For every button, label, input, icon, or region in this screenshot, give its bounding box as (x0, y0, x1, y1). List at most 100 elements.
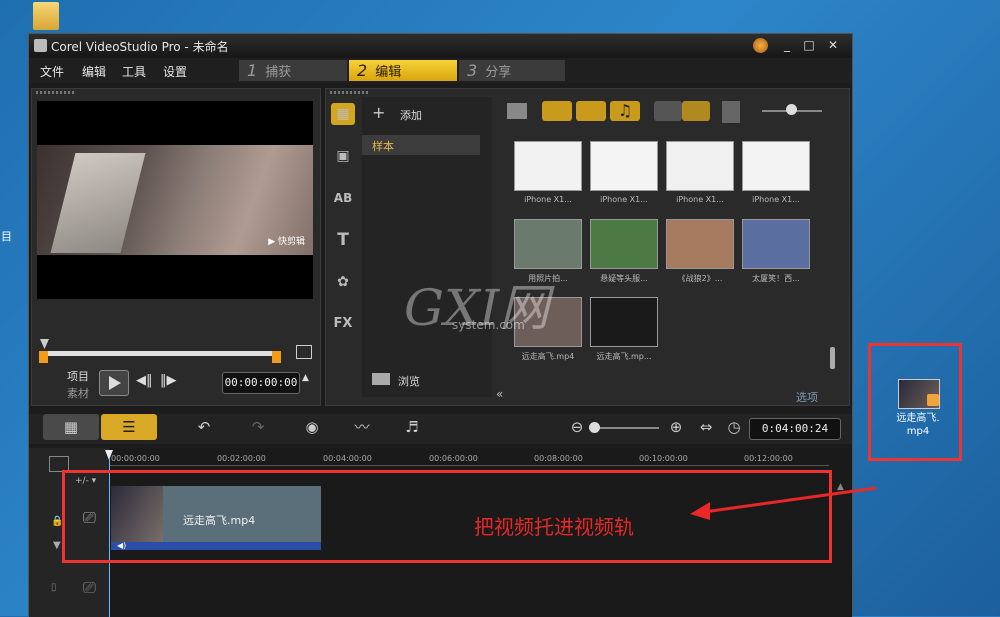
trim-out-handle[interactable] (272, 351, 281, 363)
enlarge-icon[interactable] (296, 345, 312, 359)
media-thumbnail[interactable] (590, 141, 658, 191)
title-icon[interactable]: AB (331, 187, 355, 209)
undo-icon[interactable]: ↶ (191, 414, 217, 440)
clip-mode-label[interactable]: 素材 (67, 385, 89, 401)
play-badge-icon (927, 394, 939, 406)
media-thumbnail[interactable] (666, 219, 734, 269)
desktop-file-name[interactable]: 远走高飞. mp4 (880, 412, 956, 438)
storyboard-view-icon[interactable]: ▦ (43, 414, 99, 440)
desktop-folder-icon[interactable] (33, 2, 59, 30)
step-share[interactable]: 3 分享 (459, 60, 565, 81)
zoom-in-icon[interactable]: ⊕ (663, 414, 689, 440)
timeline-view-icon[interactable]: ☰ (101, 414, 157, 440)
library-panel: ▦ ▣ AB T ✿ FX + 添加 样本 浏览 ♫ iPhone X1... … (325, 88, 850, 406)
media-thumbnail[interactable] (742, 141, 810, 191)
expand-track-icon[interactable]: ▼ (53, 540, 61, 551)
media-thumbnail[interactable] (742, 219, 810, 269)
menu-edit[interactable]: 编辑 (82, 63, 106, 80)
media-label: 《战狼2》... (677, 274, 723, 283)
zoom-out-icon[interactable]: ⊖ (564, 414, 590, 440)
app-logo-icon (34, 39, 47, 52)
options-label[interactable]: 选项 (796, 389, 818, 405)
media-label: iPhone X1... (524, 195, 572, 204)
menu-tools[interactable]: 工具 (122, 63, 146, 80)
video-watermark: ▶ 快剪辑 (268, 237, 305, 247)
folder-item-sample[interactable]: 样本 (362, 135, 480, 155)
maximize-button[interactable]: □ (799, 37, 819, 54)
play-icon (109, 376, 121, 390)
media-label: 悬疑等头服... (600, 274, 648, 283)
help-icon[interactable] (753, 38, 768, 53)
media-icon[interactable]: ▦ (331, 103, 355, 125)
next-frame-icon[interactable]: ‖▶ (160, 373, 177, 388)
timecode-stepper[interactable]: ▲ (302, 373, 309, 383)
project-duration: 0:04:00:24 (749, 418, 841, 440)
step-number: 2 (357, 61, 368, 80)
folder-label: 样本 (372, 140, 394, 153)
panel-grip (36, 91, 76, 94)
menu-file[interactable]: 文件 (40, 63, 64, 80)
video-file-icon[interactable] (898, 379, 940, 409)
browse-icon[interactable] (372, 373, 390, 385)
filter-photo-icon[interactable] (576, 101, 606, 121)
text-icon[interactable]: T (331, 229, 355, 251)
media-label: iPhone X1... (752, 195, 800, 204)
ruler-tick: 00:10:00:00 (639, 454, 688, 463)
scrub-bar[interactable] (44, 351, 278, 356)
close-button[interactable]: ✕ (823, 37, 843, 54)
clock-icon: ◷ (727, 418, 741, 436)
video-frame: ▶ 快剪辑 (37, 145, 313, 255)
slider-thumb[interactable] (786, 104, 797, 115)
file-name-line: mp4 (906, 426, 930, 437)
step-capture[interactable]: 1 捕获 (239, 60, 347, 81)
sort-icon[interactable] (722, 101, 740, 123)
media-label: iPhone X1... (676, 195, 724, 204)
media-label: 远走高飞.mp... (596, 352, 652, 361)
timecode-display[interactable]: 00:00:00:00 (222, 372, 300, 394)
project-mode-label[interactable]: 项目 (67, 368, 89, 384)
filter-icon[interactable]: FX (331, 313, 355, 335)
filter-video-icon[interactable] (542, 101, 572, 121)
play-button[interactable] (99, 370, 129, 396)
auto-music-icon[interactable]: ♬ (399, 414, 425, 440)
ruler-tick: 00:06:00:00 (429, 454, 478, 463)
thumbnail-view-icon[interactable] (682, 101, 710, 121)
media-thumbnail[interactable] (666, 141, 734, 191)
redo-icon[interactable]: ↷ (245, 414, 271, 440)
fit-project-icon[interactable]: ⇔ (693, 414, 719, 440)
add-folder-label[interactable]: 添加 (400, 107, 422, 123)
trim-start-marker[interactable] (40, 339, 49, 349)
record-icon[interactable]: ◉ (299, 414, 325, 440)
add-icon[interactable]: + (372, 103, 385, 122)
trim-in-handle[interactable] (39, 351, 48, 363)
list-view-icon[interactable] (654, 101, 682, 121)
step-number: 3 (467, 61, 478, 80)
video-frame-paper (50, 153, 146, 253)
ruler-tick: 00:12:00:00 (744, 454, 793, 463)
media-thumbnail[interactable] (590, 297, 658, 347)
annotation-text: 把视频托进视频轨 (474, 515, 634, 539)
media-thumbnail[interactable] (514, 141, 582, 191)
prev-frame-icon[interactable]: ◀‖ (136, 373, 153, 388)
timeline-toolbar: ▦ ☰ ↶ ↷ ◉ 〰 ♬ ⊖ ⊕ ⇔ ◷ 0:04:00:24 (29, 414, 852, 444)
browse-label[interactable]: 浏览 (398, 373, 420, 389)
gallery-scrollbar[interactable] (830, 347, 835, 369)
panel-grip (330, 91, 370, 94)
filter-audio-icon[interactable]: ♫ (610, 101, 640, 121)
folder-open-icon[interactable] (507, 103, 527, 119)
media-thumbnail[interactable] (514, 219, 582, 269)
ruler-line (109, 465, 829, 466)
step-edit[interactable]: 2 编辑 (349, 60, 457, 81)
media-thumbnail[interactable] (590, 219, 658, 269)
player-panel: ▶ 快剪辑 项目 素材 ◀‖ ‖▶ 00:00:00:00 ▲ (31, 88, 321, 406)
ruler-tick: 00:04:00:00 (323, 454, 372, 463)
transition-icon[interactable]: ▣ (331, 145, 355, 167)
audio-mix-icon[interactable]: 〰 (349, 414, 375, 440)
collapse-icon[interactable]: « (496, 387, 514, 403)
overlay-lock-icon[interactable]: ▯ (51, 582, 57, 593)
minimize-button[interactable]: _ (777, 37, 797, 54)
graphics-icon[interactable]: ✿ (331, 271, 355, 293)
media-label: iPhone X1... (600, 195, 648, 204)
menu-settings[interactable]: 设置 (163, 63, 187, 80)
zoom-slider-thumb[interactable] (589, 422, 600, 433)
